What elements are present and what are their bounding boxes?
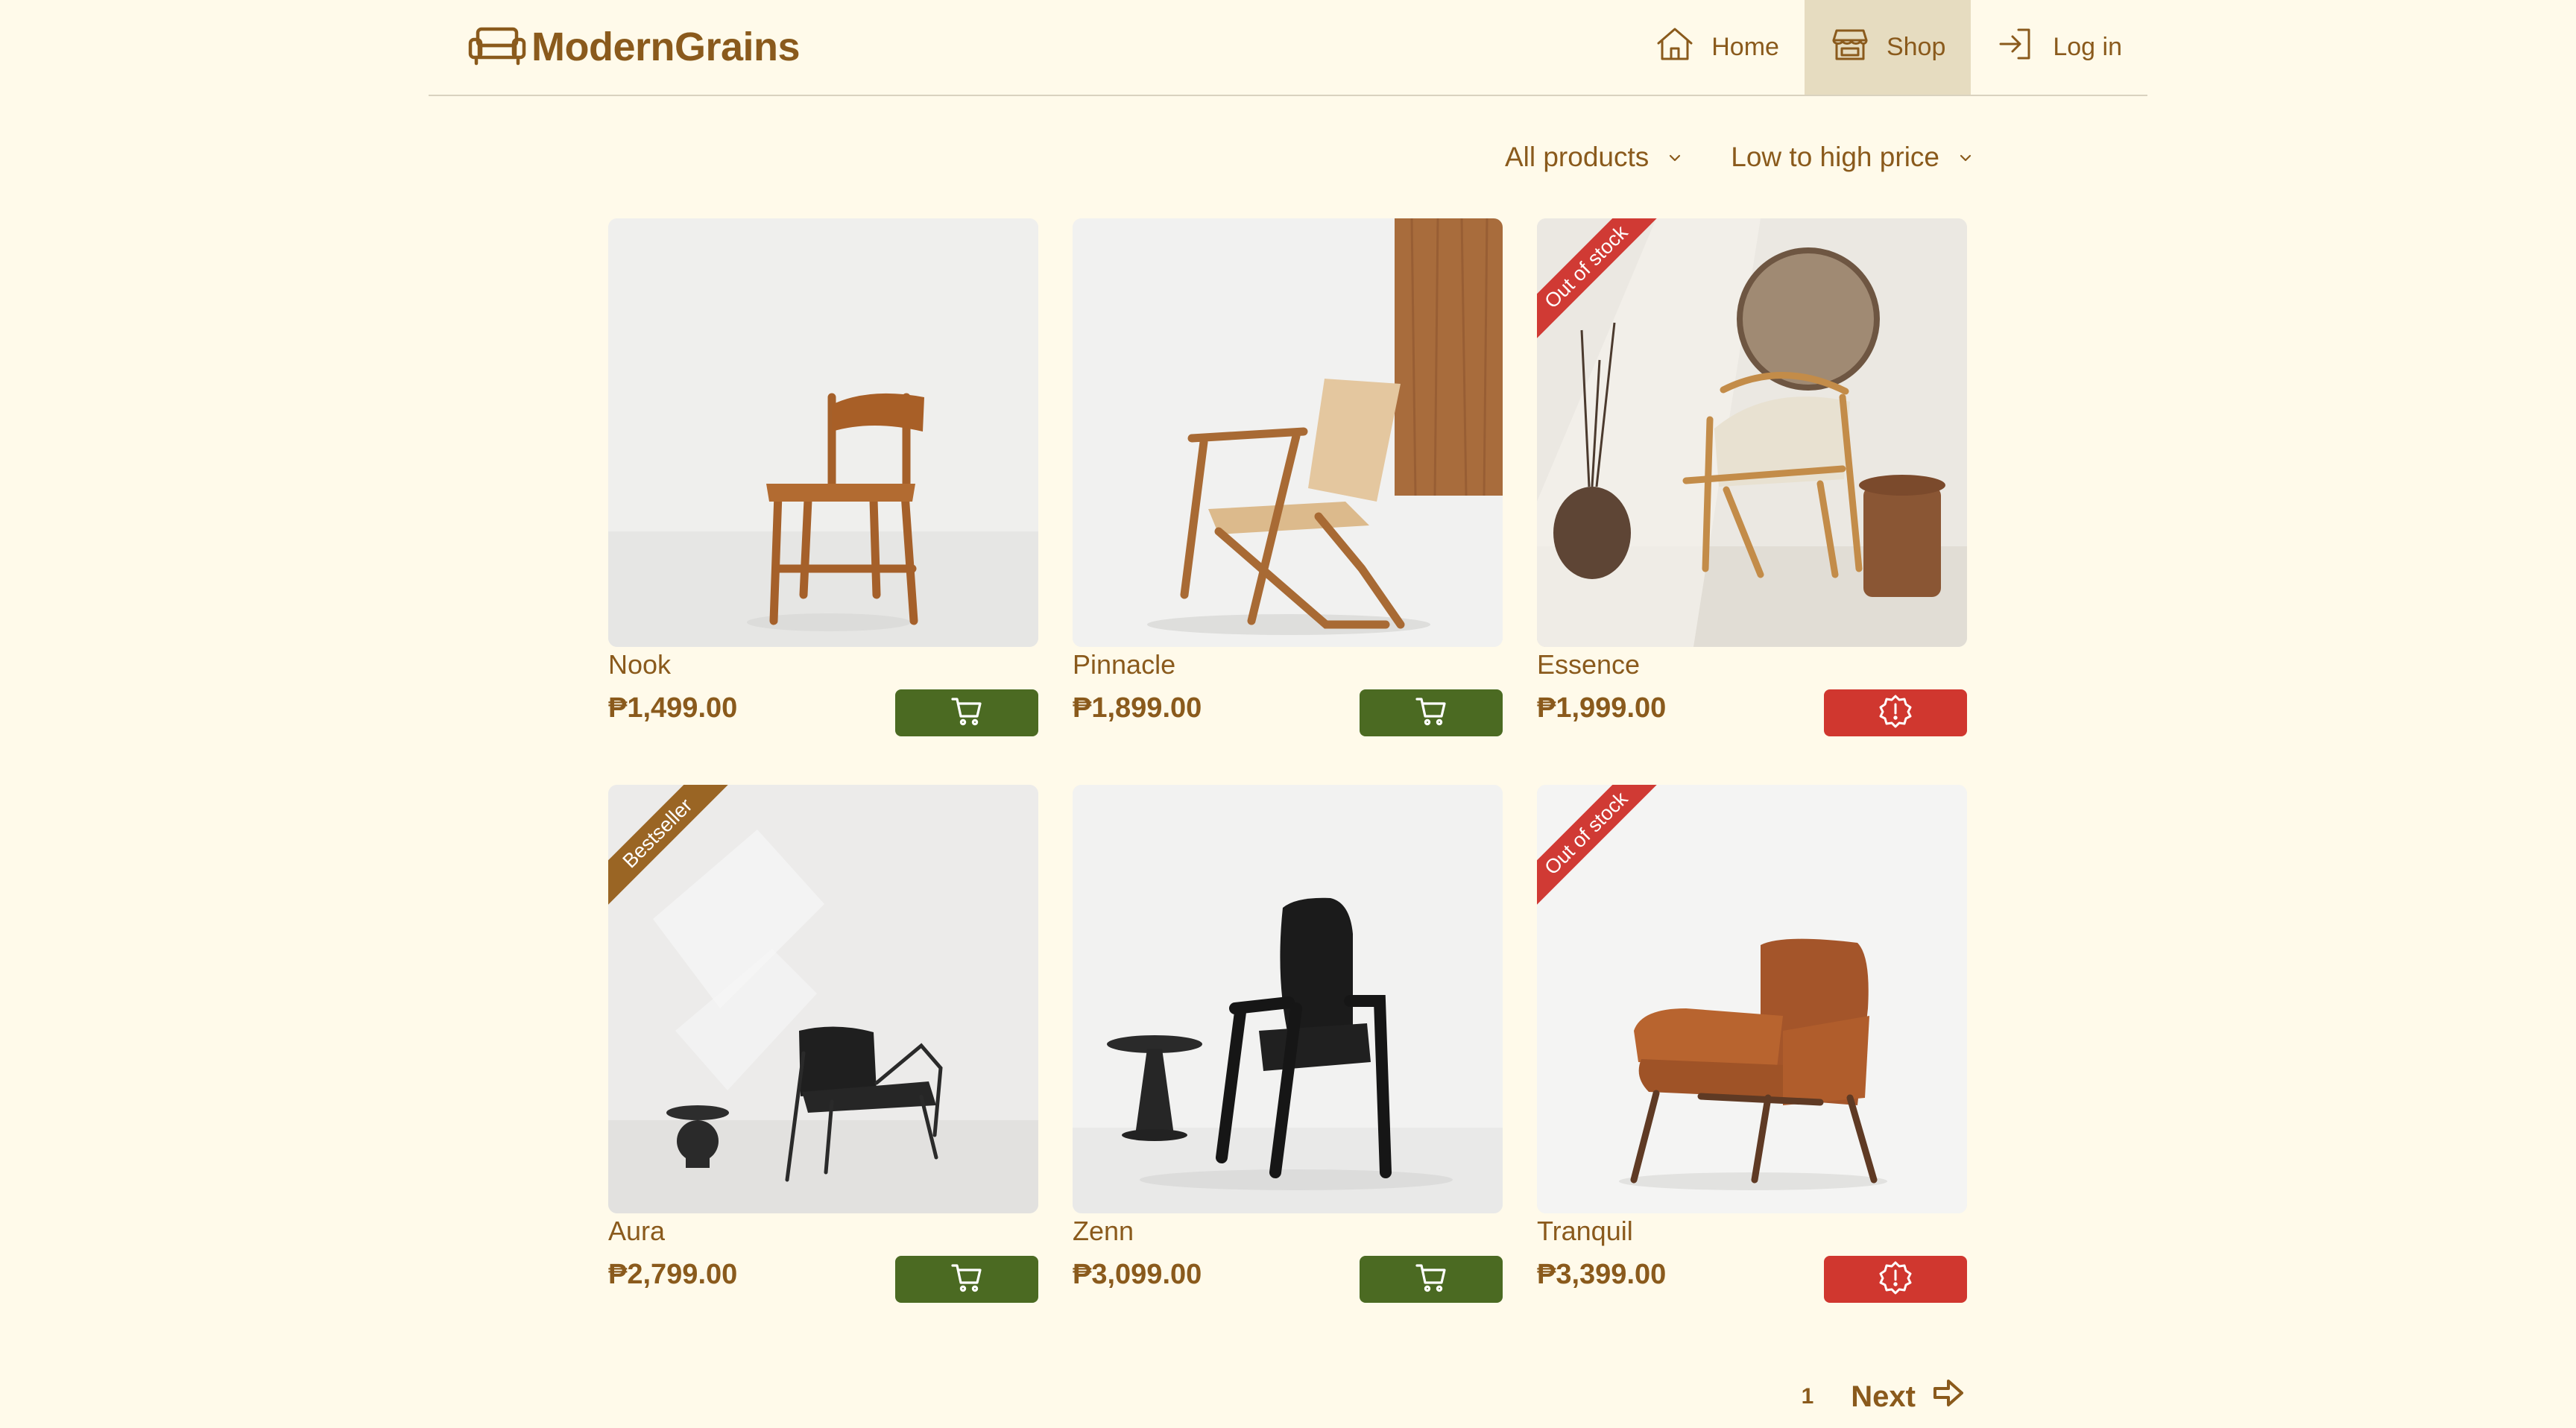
sort-select[interactable]: Low to high price [1731,142,1974,173]
storefront-icon [1830,24,1870,71]
product-price: ₱1,499.00 [608,692,738,724]
product-image[interactable]: Out of stock [1537,785,1967,1213]
arrow-right-icon [1931,1375,1966,1418]
product-price: ₱1,899.00 [1073,692,1202,724]
top-navigation-bar: ModernGrains Home Shop Log in [429,0,2147,96]
nav-home-label: Home [1711,33,1779,61]
product-price: ₱3,099.00 [1073,1259,1202,1290]
product-image[interactable]: Out of stock [1537,218,1967,647]
product-name: Zenn [1073,1216,1134,1246]
product-filters: All products Low to high price [1505,142,1974,173]
alert-badge-icon [1878,1260,1913,1298]
product-image[interactable] [608,218,1038,647]
next-page-button[interactable]: Next [1851,1375,1966,1418]
category-select[interactable]: All products [1505,142,1683,173]
nav-shop-label: Shop [1886,33,1946,61]
add-to-cart-button[interactable] [1360,1256,1503,1303]
product-name: Essence [1537,649,1641,680]
out-of-stock-button[interactable] [1824,1256,1967,1303]
product-image[interactable]: Bestseller [608,785,1038,1213]
brand-logo[interactable]: ModernGrains [467,22,801,72]
alert-badge-icon [1878,694,1913,732]
sort-select-label: Low to high price [1731,142,1939,172]
product-price: ₱2,799.00 [608,1259,738,1290]
product-name: Nook [608,649,672,680]
chevron-down-icon [1667,142,1683,173]
category-select-label: All products [1504,142,1650,172]
cart-icon [950,1260,984,1298]
house-icon [1655,24,1695,71]
cart-icon [1414,1260,1448,1298]
current-page-number[interactable]: 1 [1802,1384,1814,1409]
nav-login[interactable]: Log in [1971,0,2147,95]
cart-icon [1414,694,1448,732]
nav-shop[interactable]: Shop [1804,0,1972,95]
next-page-label: Next [1851,1380,1916,1413]
cart-icon [950,694,984,732]
main-nav: Home Shop Log in [1629,0,2147,95]
chevron-down-icon [1957,142,1974,173]
nav-login-label: Log in [2053,33,2122,61]
pagination: 1 Next [1802,1375,1966,1418]
out-of-stock-button[interactable] [1824,689,1967,736]
product-name: Pinnacle [1073,649,1176,680]
nav-home[interactable]: Home [1629,0,1805,95]
product-name: Aura [608,1216,666,1246]
product-image[interactable] [1073,785,1503,1213]
brand-name: ModernGrains [531,25,801,69]
add-to-cart-button[interactable] [895,689,1038,736]
add-to-cart-button[interactable] [895,1256,1038,1303]
sofa-icon [467,23,527,72]
product-name: Tranquil [1537,1216,1633,1246]
product-image[interactable] [1073,218,1503,647]
product-price: ₱1,999.00 [1537,692,1667,724]
add-to-cart-button[interactable] [1360,689,1503,736]
product-price: ₱3,399.00 [1537,1259,1667,1290]
login-arrow-icon [1996,24,2036,71]
